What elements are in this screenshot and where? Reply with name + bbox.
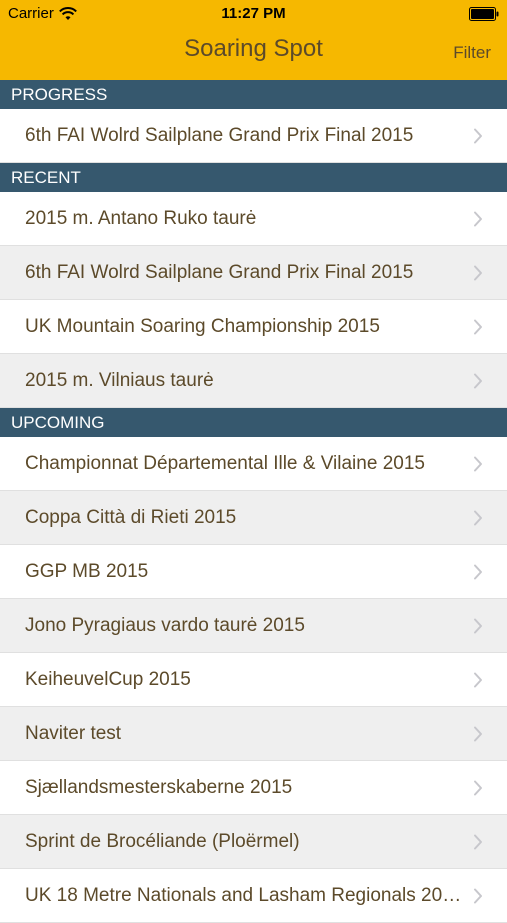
chevron-right-icon xyxy=(474,456,482,471)
list-item[interactable]: Championnat Départemental Ille & Vilaine… xyxy=(0,437,507,491)
chevron-right-icon xyxy=(474,265,482,280)
list-item-label: 6th FAI Wolrd Sailplane Grand Prix Final… xyxy=(25,124,414,146)
list-item[interactable]: Sprint de Brocéliande (Ploërmel) xyxy=(0,815,507,869)
chevron-right-icon xyxy=(474,128,482,143)
chevron-right-icon xyxy=(474,780,482,795)
list-item-label: Sjællandsmesterskaberne 2015 xyxy=(25,776,293,798)
chevron-right-icon xyxy=(474,373,482,388)
list-item[interactable]: KeiheuvelCup 2015 xyxy=(0,653,507,707)
list-item[interactable]: Coppa Città di Rieti 2015 xyxy=(0,491,507,545)
list-item-label: GGP MB 2015 xyxy=(25,560,149,582)
list-item[interactable]: 2015 m. Vilniaus taurė xyxy=(0,354,507,408)
list-item-label: 2015 m. Antano Ruko taurė xyxy=(25,207,257,229)
competition-list: PROGRESS 6th FAI Wolrd Sailplane Grand Pr… xyxy=(0,80,507,923)
chevron-right-icon xyxy=(474,726,482,741)
list-item[interactable]: 6th FAI Wolrd Sailplane Grand Prix Final… xyxy=(0,246,507,300)
list-item-label: Naviter test xyxy=(25,722,122,744)
list-item[interactable]: UK Mountain Soaring Championship 2015 xyxy=(0,300,507,354)
list-item-label: Coppa Città di Rieti 2015 xyxy=(25,506,237,528)
list-item-label: Championnat Départemental Ille & Vilaine… xyxy=(25,452,425,474)
status-bar: Carrier 11:27 PM xyxy=(0,0,507,28)
list-item[interactable]: 6th FAI Wolrd Sailplane Grand Prix Final… xyxy=(0,109,507,163)
chevron-right-icon xyxy=(474,672,482,687)
list-item[interactable]: 2015 m. Antano Ruko taurė xyxy=(0,192,507,246)
list-item[interactable]: Sjællandsmesterskaberne 2015 xyxy=(0,761,507,815)
chevron-right-icon xyxy=(474,618,482,633)
list-item-label: 2015 m. Vilniaus taurė xyxy=(25,369,214,391)
list-item-label: UK 18 Metre Nationals and Lasham Regiona… xyxy=(25,884,464,906)
list-item-label: Jono Pyragiaus vardo taurė 2015 xyxy=(25,614,305,636)
navigation-header: Carrier 11:27 PM Soaring Spot Filter xyxy=(0,0,507,80)
section-header: PROGRESS xyxy=(0,80,507,109)
chevron-right-icon xyxy=(474,564,482,579)
list-item[interactable]: Jono Pyragiaus vardo taurė 2015 xyxy=(0,599,507,653)
list-item-label: Sprint de Brocéliande (Ploërmel) xyxy=(25,830,300,852)
section-header: RECENT xyxy=(0,163,507,192)
chevron-right-icon xyxy=(474,834,482,849)
page-title: Soaring Spot xyxy=(184,35,323,62)
chevron-right-icon xyxy=(474,319,482,334)
chevron-right-icon xyxy=(474,888,482,903)
list-item[interactable]: UK 18 Metre Nationals and Lasham Regiona… xyxy=(0,869,507,923)
list-item[interactable]: Naviter test xyxy=(0,707,507,761)
list-item[interactable]: GGP MB 2015 xyxy=(0,545,507,599)
list-item-label: UK Mountain Soaring Championship 2015 xyxy=(25,315,380,337)
section-header: UPCOMING xyxy=(0,408,507,437)
status-time: 11:27 PM xyxy=(221,5,286,22)
battery-icon xyxy=(469,7,499,21)
chevron-right-icon xyxy=(474,211,482,226)
filter-button[interactable]: Filter xyxy=(453,43,491,63)
list-item-label: 6th FAI Wolrd Sailplane Grand Prix Final… xyxy=(25,261,414,283)
chevron-right-icon xyxy=(474,510,482,525)
list-item-label: KeiheuvelCup 2015 xyxy=(25,668,191,690)
